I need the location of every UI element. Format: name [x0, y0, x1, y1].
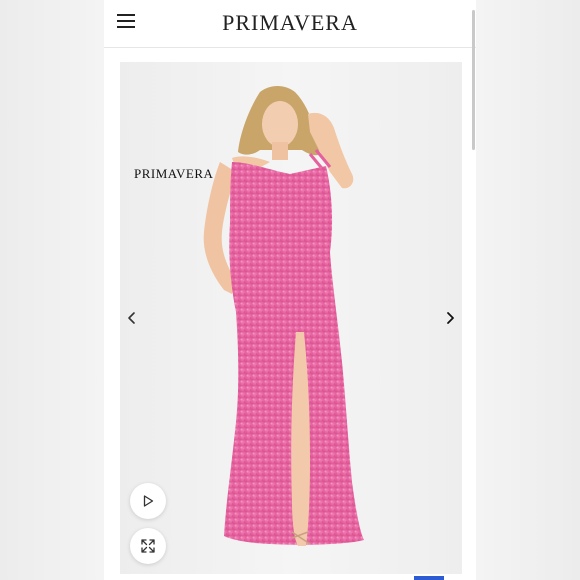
next-image-button[interactable] [440, 308, 460, 328]
brand-logo[interactable]: PRIMAVERA [104, 10, 476, 36]
chevron-left-icon [128, 312, 135, 324]
product-image-gallery[interactable]: PRIMAVERA [120, 62, 462, 580]
product-photo [203, 86, 364, 546]
right-background [476, 0, 580, 580]
mobile-page: PRIMAVERA PRIMAVERA [104, 0, 476, 580]
next-section-peek [414, 576, 444, 580]
site-header: PRIMAVERA [104, 0, 476, 150]
left-background [0, 0, 104, 580]
play-icon [143, 495, 154, 507]
fullscreen-button[interactable] [130, 528, 166, 564]
scrollbar[interactable] [472, 10, 475, 150]
expand-icon [141, 539, 155, 553]
previous-image-button[interactable] [122, 308, 142, 328]
play-video-button[interactable] [130, 483, 166, 519]
chevron-right-icon [447, 312, 454, 324]
brand-watermark: PRIMAVERA [134, 166, 214, 181]
